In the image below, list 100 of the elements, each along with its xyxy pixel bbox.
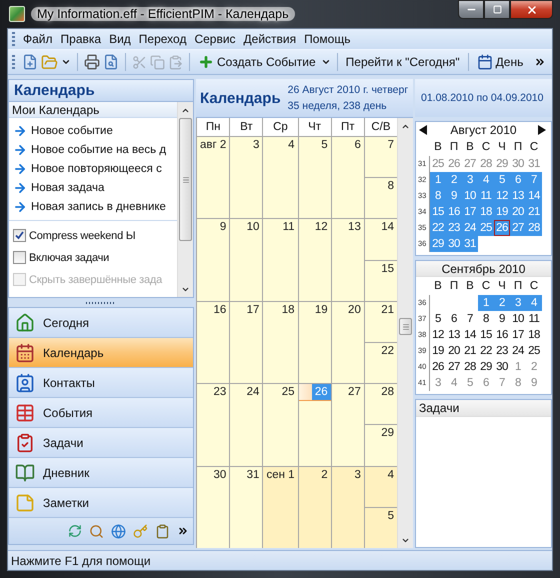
checkbox[interactable] — [13, 229, 26, 242]
pane-title: Календарь — [14, 82, 95, 99]
day-number[interactable]: 16 — [494, 327, 510, 343]
day-number[interactable]: 29 — [478, 359, 494, 375]
create-event-button[interactable]: Создать Событие — [196, 51, 318, 73]
day-view-button[interactable]: День — [474, 51, 526, 73]
calendar-title: Календарь — [200, 90, 281, 106]
scrollbar[interactable] — [397, 118, 413, 548]
section-title: Мои Календарь — [9, 102, 177, 118]
day-number[interactable]: 12 — [430, 327, 446, 343]
day-number[interactable]: 27 — [345, 384, 364, 400]
day-number[interactable]: 24 — [244, 384, 262, 400]
next-month-button[interactable] — [538, 125, 548, 135]
action-link[interactable]: Новое событие — [31, 125, 113, 137]
day-number[interactable]: 20 — [345, 302, 364, 318]
day-number[interactable]: 13 — [345, 219, 364, 236]
tasks-title: Задачи — [419, 401, 460, 415]
day-number[interactable]: 5 — [384, 508, 397, 524]
day-number[interactable]: 26 — [430, 359, 446, 375]
nav-button[interactable]: Дневник — [9, 458, 193, 488]
action-link[interactable]: Новая задача — [31, 182, 104, 194]
printer-icon[interactable] — [84, 54, 100, 70]
globe-icon[interactable] — [111, 524, 126, 538]
day-number[interactable]: 14 — [462, 327, 478, 343]
day-number[interactable]: 30 — [494, 359, 510, 375]
day-number[interactable]: 10 — [510, 311, 526, 327]
sync-icon[interactable] — [68, 524, 82, 538]
day-number[interactable]: 23 — [210, 384, 230, 400]
nav-button[interactable]: События — [9, 398, 193, 428]
minimize-button[interactable] — [458, 0, 484, 19]
day-number[interactable]: 17 — [510, 327, 526, 343]
menu-item[interactable]: Правка — [56, 32, 106, 46]
checkbox[interactable] — [13, 251, 26, 264]
day-number[interactable]: 10 — [244, 219, 262, 236]
day-number[interactable]: авг 2 — [197, 137, 230, 153]
overflow-chevron-icon[interactable] — [177, 525, 189, 537]
day-number[interactable]: 9 — [494, 311, 510, 327]
previous-month-button[interactable] — [419, 125, 429, 135]
menu-item[interactable]: Действия — [240, 32, 300, 46]
day-number[interactable]: 25 — [526, 343, 542, 359]
day-number[interactable]: 31 — [244, 466, 262, 483]
nav-button[interactable]: Календарь — [9, 338, 193, 368]
day-number[interactable]: 5 — [318, 137, 331, 153]
menu-item[interactable]: Сервис — [190, 32, 240, 46]
day-number[interactable]: 24 — [510, 343, 526, 359]
day-number[interactable]: 8 — [384, 178, 397, 194]
column-header: Чт — [298, 118, 331, 136]
menu-item[interactable]: Вид — [105, 32, 135, 46]
action-link[interactable]: Новое повторяющееся с — [31, 163, 162, 175]
nav-button[interactable]: Сегодня — [9, 308, 193, 338]
day-number[interactable]: 22 — [478, 343, 494, 359]
day-number[interactable]: 23 — [494, 343, 510, 359]
caret-icon[interactable] — [320, 57, 331, 67]
action-link[interactable]: Новая запись в дневнике — [31, 201, 166, 213]
day-number[interactable]: 18 — [526, 327, 542, 343]
day-number[interactable]: 11 — [280, 219, 298, 236]
new-document-icon[interactable] — [22, 54, 38, 70]
nav-button[interactable]: Контакты — [9, 368, 193, 398]
day-number[interactable]: 7 — [462, 311, 478, 327]
nav-button[interactable]: Заметки — [9, 488, 193, 518]
day-number[interactable]: 28 — [462, 359, 478, 375]
day-number[interactable]: 12 — [312, 219, 331, 236]
maximize-button[interactable] — [484, 0, 510, 19]
menu-item[interactable]: Переход — [134, 32, 190, 46]
nav-button[interactable]: Задачи — [9, 428, 193, 458]
day-number[interactable]: 4 — [384, 466, 397, 483]
day-number[interactable]: 30 — [210, 466, 230, 483]
go-to-today-button[interactable]: Перейти к "Сегодня" — [344, 51, 462, 73]
day-number[interactable]: 6 — [351, 137, 364, 153]
clipboard-icon[interactable] — [155, 524, 170, 538]
caret-icon[interactable] — [61, 57, 71, 67]
action-link[interactable]: Новое событие на весь д — [31, 144, 166, 156]
menu-item[interactable]: Помощь — [300, 32, 354, 46]
day-number[interactable]: 11 — [526, 311, 542, 327]
menu-item[interactable]: Файл — [19, 32, 57, 46]
close-button[interactable] — [510, 0, 553, 19]
print-preview-icon[interactable] — [103, 54, 119, 70]
day-number[interactable]: 15 — [478, 327, 494, 343]
overflow-chevron-icon[interactable] — [534, 56, 546, 68]
day-number[interactable]: 16 — [210, 302, 230, 318]
scrollbar[interactable] — [177, 102, 193, 297]
day-number[interactable]: 25 — [278, 384, 298, 400]
day-number[interactable]: 5 — [430, 311, 446, 327]
day-number[interactable]: 7 — [384, 137, 397, 153]
day-number[interactable]: 17 — [244, 302, 262, 318]
day-number[interactable]: 13 — [446, 327, 462, 343]
day-number[interactable]: 3 — [351, 466, 364, 483]
day-number[interactable]: 20 — [446, 343, 462, 359]
day-number[interactable]: 6 — [446, 311, 462, 327]
day-number[interactable]: 8 — [478, 311, 494, 327]
day-number[interactable]: 19 — [312, 302, 331, 318]
day-number[interactable]: 27 — [446, 359, 462, 375]
day-number[interactable]: 3 — [250, 137, 262, 153]
search-icon[interactable] — [89, 524, 104, 538]
day-number[interactable]: 9 — [216, 219, 230, 236]
day-number[interactable]: 21 — [462, 343, 478, 359]
day-number[interactable]: 2 — [318, 466, 331, 483]
day-number[interactable]: 4 — [285, 137, 298, 153]
day-number[interactable]: 19 — [430, 343, 446, 359]
day-number[interactable]: 18 — [278, 302, 298, 318]
